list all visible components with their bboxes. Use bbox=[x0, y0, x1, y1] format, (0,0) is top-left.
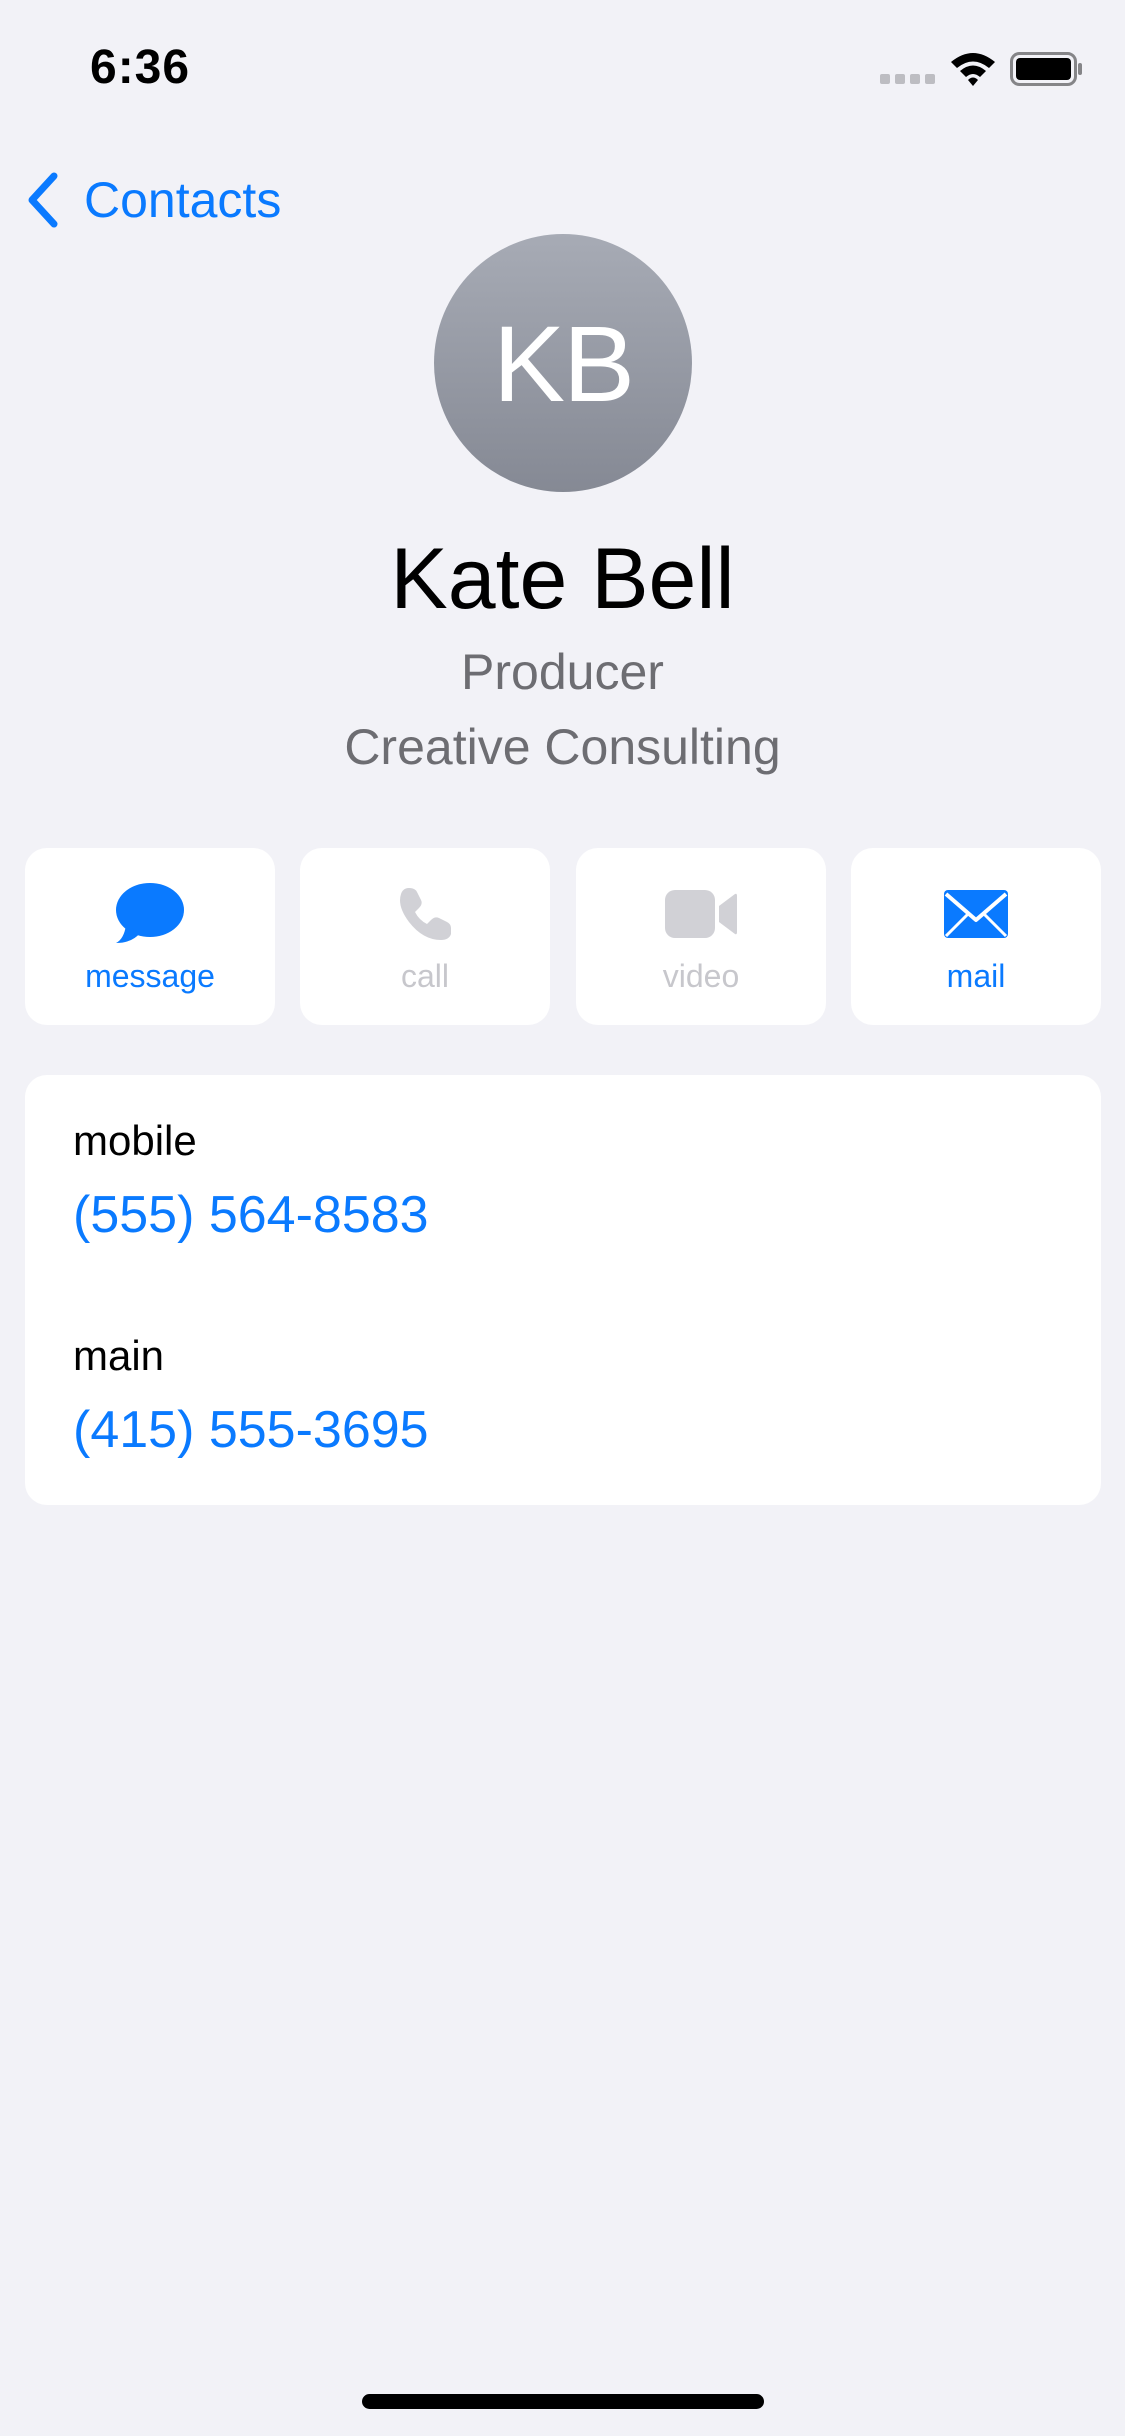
phone-number-link[interactable]: (555) 564-8583 bbox=[73, 1185, 429, 1245]
message-label: message bbox=[85, 958, 215, 994]
back-button[interactable]: Contacts bbox=[22, 165, 281, 235]
mail-label: mail bbox=[946, 958, 1006, 994]
status-time: 6:36 bbox=[90, 41, 191, 94]
message-bubble-icon bbox=[116, 883, 184, 943]
back-label: Contacts bbox=[84, 172, 282, 228]
contact-name: Kate Bell bbox=[390, 531, 735, 627]
video-camera-icon bbox=[665, 890, 737, 938]
status-bar: 6:36 bbox=[0, 0, 1125, 140]
video-button[interactable]: video bbox=[576, 848, 826, 1025]
phone-row-mobile[interactable]: mobile (555) 564-8583 bbox=[25, 1075, 1101, 1290]
phone-numbers-card: mobile (555) 564-8583 main (415) 555-369… bbox=[25, 1075, 1101, 1505]
phone-type-label: main bbox=[73, 1332, 165, 1379]
cellular-signal-icon bbox=[880, 74, 935, 84]
chevron-left-icon bbox=[28, 172, 58, 228]
call-button[interactable]: call bbox=[300, 848, 550, 1025]
video-label: video bbox=[662, 958, 740, 994]
wifi-icon bbox=[951, 53, 995, 86]
call-label: call bbox=[400, 958, 449, 994]
battery-icon bbox=[1010, 52, 1082, 86]
message-button[interactable]: message bbox=[25, 848, 275, 1025]
mail-button[interactable]: mail bbox=[851, 848, 1101, 1025]
phone-number-link[interactable]: (415) 555-3695 bbox=[73, 1400, 429, 1460]
avatar-initials: KB bbox=[492, 302, 635, 424]
phone-row-main[interactable]: main (415) 555-3695 bbox=[25, 1290, 1101, 1505]
avatar: KB bbox=[434, 234, 692, 492]
phone-icon bbox=[400, 888, 451, 940]
contact-job-title: Producer bbox=[461, 644, 664, 700]
home-indicator[interactable] bbox=[362, 2394, 764, 2409]
phone-type-label: mobile bbox=[73, 1117, 197, 1164]
envelope-icon bbox=[944, 890, 1008, 938]
contact-company: Creative Consulting bbox=[344, 719, 781, 775]
quick-actions: message call video mail bbox=[25, 848, 1101, 1025]
